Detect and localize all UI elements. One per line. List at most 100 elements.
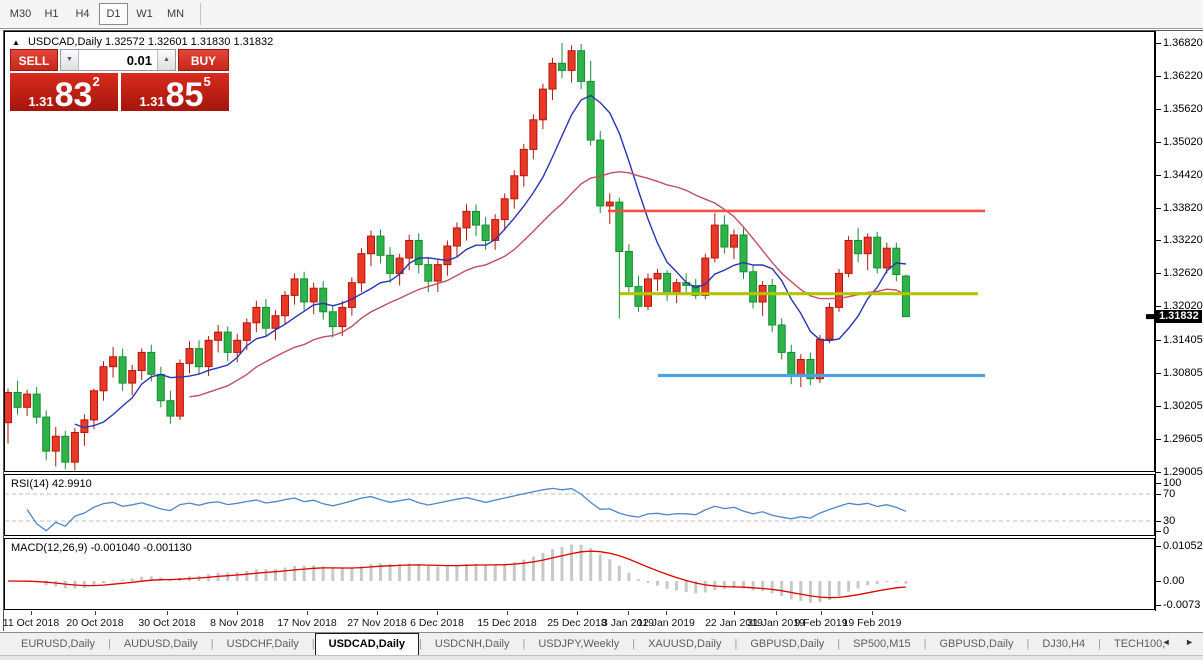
time-axis-tick	[237, 611, 238, 615]
buy-button[interactable]: BUY	[178, 49, 229, 71]
tab-usdjpy-weekly[interactable]: USDJPY,Weekly	[525, 633, 632, 656]
price-axis-tick	[1156, 273, 1161, 274]
price-axis-tick	[1156, 43, 1161, 44]
timeframe-button-d1[interactable]: D1	[99, 3, 128, 25]
status-strip	[0, 655, 1203, 660]
trading-terminal: M30H1H4D1W1MN ▲ USDCAD,Daily 1.32572 1.3…	[0, 0, 1203, 660]
rsi-canvas[interactable]	[5, 475, 1154, 535]
tab-scroll-left-icon[interactable]: ◄	[1162, 637, 1177, 647]
time-axis-tick	[167, 611, 168, 615]
buy-price-pip-digit: 5	[203, 75, 210, 88]
price-axis-label: 1.32620	[1163, 267, 1203, 279]
volume-decrease-icon[interactable]: ▼	[61, 50, 79, 70]
time-axis-tick	[437, 611, 438, 615]
tab-usdchf-daily[interactable]: USDCHF,Daily	[214, 633, 312, 656]
timeframe-button-m30[interactable]: M30	[6, 3, 35, 25]
time-axis-tick	[666, 611, 667, 615]
tab-usdcnh-daily[interactable]: USDCNH,Daily	[422, 633, 523, 656]
indicator-scale-tick	[1156, 581, 1161, 582]
price-axis-label: 1.36220	[1163, 70, 1203, 82]
tab-usdcad-daily[interactable]: USDCAD,Daily	[315, 633, 419, 656]
time-axis-label: 19 Feb 2019	[837, 617, 907, 629]
time-axis-label: 17 Nov 2018	[272, 617, 342, 629]
volume-increase-icon[interactable]: ▲	[157, 50, 175, 70]
current-price-badge: 1.31832	[1156, 310, 1202, 323]
time-axis-tick	[577, 611, 578, 615]
price-axis-tick	[1156, 406, 1161, 407]
price-axis-label: 1.35620	[1163, 103, 1203, 115]
tab-xauusd-daily[interactable]: XAUUSD,Daily	[635, 633, 734, 656]
indicator-scale-tick	[1156, 605, 1161, 606]
indicator-scale-tick	[1156, 483, 1161, 484]
time-axis-label: 6 Dec 2018	[402, 617, 472, 629]
time-axis-tick	[628, 611, 629, 615]
timeframe-button-mn[interactable]: MN	[161, 3, 190, 25]
tab-gbpusd-daily[interactable]: GBPUSD,Daily	[737, 633, 837, 656]
toolbar-separator	[200, 3, 201, 25]
time-axis-label: 11 Oct 2018	[0, 617, 66, 629]
time-axis-tick	[377, 611, 378, 615]
timeframe-button-h4[interactable]: H4	[68, 3, 97, 25]
price-axis-tick	[1156, 472, 1161, 473]
buy-price-tile[interactable]: 1.31 85 5	[121, 73, 229, 111]
tab-gbpusd-daily[interactable]: GBPUSD,Daily	[926, 633, 1026, 656]
time-axis-tick	[776, 611, 777, 615]
price-axis-tick	[1156, 109, 1161, 110]
price-axis-tick	[1156, 340, 1161, 341]
buy-price-big-digits: 85	[166, 82, 204, 108]
timeframe-button-w1[interactable]: W1	[130, 3, 159, 25]
time-axis-label: 12 Jan 2019	[631, 617, 701, 629]
price-axis-label: 1.29605	[1163, 433, 1203, 445]
price-axis-tick	[1156, 439, 1161, 440]
volume-input[interactable]	[79, 50, 157, 70]
tab-audusd-daily[interactable]: AUDUSD,Daily	[111, 633, 211, 656]
macd-indicator-label: MACD(12,26,9) -0.001040 -0.001130	[11, 542, 192, 554]
timeframe-toolbar: M30H1H4D1W1MN	[0, 0, 1203, 29]
indicator-scale-label: 0	[1163, 525, 1169, 537]
tab-sp500-m15[interactable]: SP500,M15	[840, 633, 923, 656]
price-axis-tick	[1156, 373, 1161, 374]
price-axis[interactable]: 1.368201.362201.356201.350201.344201.338…	[1155, 31, 1203, 611]
tab-dj30-h4[interactable]: DJ30,H4	[1029, 633, 1098, 656]
chart-expand-icon[interactable]: ▲	[12, 38, 20, 47]
tab-scroll-right-icon[interactable]: ►	[1185, 637, 1200, 647]
price-axis-label: 1.35020	[1163, 136, 1203, 148]
timeframe-button-h1[interactable]: H1	[37, 3, 66, 25]
indicator-scale-label: 0.010525	[1163, 540, 1203, 552]
price-axis-tick	[1156, 240, 1161, 241]
price-axis-label: 1.36820	[1163, 37, 1203, 49]
indicator-scale-tick	[1156, 546, 1161, 547]
indicator-scale-tick	[1156, 494, 1161, 495]
time-axis-label: 20 Oct 2018	[60, 617, 130, 629]
chart-symbol-label: USDCAD,Daily	[28, 36, 102, 48]
time-axis-tick	[821, 611, 822, 615]
buy-price-prefix: 1.31	[139, 95, 164, 108]
price-axis-label: 1.30805	[1163, 367, 1203, 379]
price-axis-tick	[1156, 306, 1161, 307]
indicator-scale-label: -0.0073	[1163, 599, 1200, 611]
sell-button[interactable]: SELL	[10, 49, 58, 71]
volume-stepper: ▼ ▲	[60, 49, 176, 71]
time-axis-label: 30 Oct 2018	[132, 617, 202, 629]
price-axis-tick	[1156, 142, 1161, 143]
time-axis-tick	[507, 611, 508, 615]
tab-eurusd-daily[interactable]: EURUSD,Daily	[8, 633, 108, 656]
one-click-trading-panel: SELL ▼ ▲ BUY 1.31 83 2 1.31 85 5	[10, 49, 229, 111]
chart-tab-bar: EURUSD,Daily|AUDUSD,Daily|USDCHF,Daily|U…	[0, 632, 1203, 656]
chart-ohlc-values: 1.32572 1.32601 1.31830 1.31832	[105, 36, 273, 48]
time-axis-tick	[307, 611, 308, 615]
price-axis-label: 1.31405	[1163, 334, 1203, 346]
tab-scroll-arrows: ◄ ►	[1162, 637, 1200, 647]
indicator-scale-tick	[1156, 531, 1161, 532]
price-axis-tick	[1156, 175, 1161, 176]
time-axis[interactable]: 11 Oct 201820 Oct 201830 Oct 20188 Nov 2…	[4, 611, 1203, 632]
chart-title: ▲ USDCAD,Daily 1.32572 1.32601 1.31830 1…	[12, 36, 273, 48]
price-axis-label: 1.33220	[1163, 234, 1203, 246]
time-axis-tick	[31, 611, 32, 615]
time-axis-label: 8 Nov 2018	[202, 617, 272, 629]
price-axis-tick	[1156, 76, 1161, 77]
price-axis-label: 1.34420	[1163, 169, 1203, 181]
indicator-scale-label: 70	[1163, 488, 1175, 500]
sell-price-tile[interactable]: 1.31 83 2	[10, 73, 118, 111]
time-axis-tick	[872, 611, 873, 615]
